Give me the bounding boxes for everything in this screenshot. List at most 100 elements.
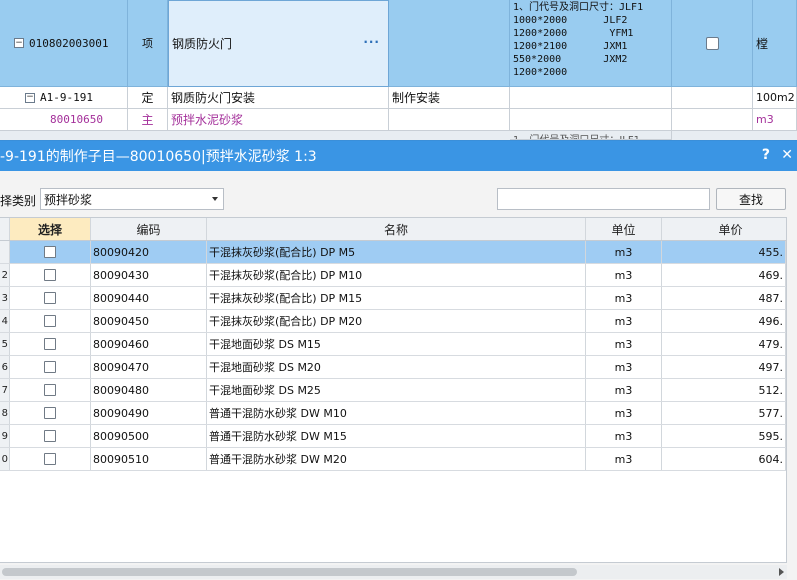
content-cell [389,0,510,87]
select-checkbox[interactable] [44,384,56,396]
price-cell: 512. [662,379,786,401]
column-header-price[interactable]: 单价 [662,218,786,240]
description-cell: 1、门代号及洞口尺寸：JLF1 [510,131,672,140]
row-number: 2 [0,264,10,286]
table-row[interactable]: 9 80090500 普通干混防水砂浆 DW M15 m3 595. [0,425,786,448]
table-row[interactable]: 3 80090440 干混抹灰砂浆(配合比) DP M15 m3 487. [0,287,786,310]
price-cell: 469. [662,264,786,286]
select-checkbox[interactable] [44,246,56,258]
unit-cell: m3 [586,264,662,286]
select-cell [10,241,91,263]
type-cell: 主 [128,109,168,131]
scrollbar-thumb[interactable] [2,568,577,576]
select-cell [10,310,91,332]
select-checkbox[interactable] [44,338,56,350]
collapse-icon[interactable]: − [14,38,24,48]
price-cell: 479. [662,333,786,355]
name-cell: 干混地面砂浆 DS M20 [207,356,586,378]
name-cell: 钢质防火门安装 [168,87,389,109]
table-row[interactable]: 0 80090510 普通干混防水砂浆 DW M20 m3 604. [0,448,786,471]
content-cell [389,109,510,131]
grid-row-quota[interactable]: − A1-9-191 定 钢质防火门安装 制作安装 100m2 [0,87,797,109]
price-cell: 497. [662,356,786,378]
row-number: 7 [0,379,10,401]
table-row[interactable]: 5 80090460 干混地面砂浆 DS M15 m3 479. [0,333,786,356]
column-header-name[interactable]: 名称 [207,218,586,240]
row-number: 0 [0,448,10,470]
scroll-right-icon[interactable] [779,568,784,576]
select-checkbox[interactable] [44,407,56,419]
grid-row-bill-item[interactable]: − 010802003001 项 钢质防火门 ··· 1、门代号及洞口尺寸：JL… [0,0,797,87]
background-grid: − 010802003001 项 钢质防火门 ··· 1、门代号及洞口尺寸：JL… [0,0,797,140]
content-cell: 制作安装 [389,87,510,109]
close-icon[interactable]: ✕ [781,147,793,163]
description-cell: 1、门代号及洞口尺寸：JLF1 1000*2000 JLF2 1200*2000… [510,0,672,87]
type-cell: 项 [128,0,168,87]
search-button[interactable]: 查找 [716,188,786,210]
description-cell [510,109,672,131]
select-checkbox[interactable] [44,292,56,304]
table-row[interactable]: 7 80090480 干混地面砂浆 DS M25 m3 512. [0,379,786,402]
category-select[interactable]: 预拌砂浆 [40,188,224,210]
table-row[interactable]: 80090420 干混抹灰砂浆(配合比) DP M5 m3 455. [0,241,786,264]
select-checkbox[interactable] [44,269,56,281]
select-cell [10,287,91,309]
more-icon[interactable]: ··· [363,35,380,49]
unit-cell: m3 [586,333,662,355]
unit-cell: m3 [586,356,662,378]
unit-cell: 100m2 [753,87,797,109]
table-header: 选择 编码 名称 单位 单价 [0,218,786,241]
select-checkbox[interactable] [44,361,56,373]
category-label: 择类别 [0,194,37,208]
grid-row-material[interactable]: 80010650 主 预拌水泥砂浆 m3 [0,109,797,131]
dialog-titlebar[interactable]: -9-191的制作子目—80010650|预拌水泥砂浆 1:3 ? ✕ [0,141,797,171]
code-cell: 80090490 [91,402,207,424]
column-header-unit[interactable]: 单位 [586,218,662,240]
collapse-icon[interactable]: − [25,92,35,103]
code-cell: 80090440 [91,287,207,309]
select-cell [10,264,91,286]
row-checkbox[interactable] [705,36,719,50]
select-checkbox[interactable] [44,453,56,465]
select-checkbox[interactable] [44,315,56,327]
name-cell: 干混地面砂浆 DS M15 [207,333,586,355]
column-header-select[interactable]: 选择 [10,218,91,240]
name-cell: 普通干混防水砂浆 DW M20 [207,448,586,470]
name-cell: 预拌水泥砂浆 [168,109,389,131]
select-cell [10,425,91,447]
unit-cell: m3 [586,379,662,401]
help-icon[interactable]: ? [762,147,770,163]
select-cell [10,356,91,378]
table-row[interactable]: 2 80090430 干混抹灰砂浆(配合比) DP M10 m3 469. [0,264,786,287]
price-cell: 455. [662,241,786,263]
price-cell: 604. [662,448,786,470]
horizontal-scrollbar[interactable] [0,565,787,579]
price-cell: 577. [662,402,786,424]
code-cell: 80090480 [91,379,207,401]
column-header-code[interactable]: 编码 [91,218,207,240]
type-cell: 定 [128,87,168,109]
select-checkbox[interactable] [44,430,56,442]
table-row[interactable]: 6 80090470 干混地面砂浆 DS M20 m3 497. [0,356,786,379]
code-cell: − 010802003001 [0,0,128,87]
unit-cell: m3 [586,448,662,470]
checkbox-cell [672,109,753,131]
table-row[interactable]: 8 80090490 普通干混防水砂浆 DW M10 m3 577. [0,402,786,425]
row-number: 3 [0,287,10,309]
row-number [0,241,10,263]
name-cell: 干混抹灰砂浆(配合比) DP M5 [207,241,586,263]
filter-bar: 择类别 预拌砂浆 查找 [0,186,797,212]
unit-cell: m3 [586,425,662,447]
name-cell-editing[interactable]: 钢质防火门 ··· [168,0,389,87]
code-cell: 80090420 [91,241,207,263]
name-cell: 普通干混防水砂浆 DW M15 [207,425,586,447]
name-cell: 干混抹灰砂浆(配合比) DP M10 [207,264,586,286]
row-number: 9 [0,425,10,447]
search-input[interactable] [497,188,710,210]
table-row[interactable]: 4 80090450 干混抹灰砂浆(配合比) DP M20 m3 496. [0,310,786,333]
name-cell: 干混抹灰砂浆(配合比) DP M15 [207,287,586,309]
code-cell: 80090450 [91,310,207,332]
code-cell: 80010650 [0,109,128,131]
chevron-down-icon[interactable] [212,197,218,201]
unit-cell: m3 [586,402,662,424]
